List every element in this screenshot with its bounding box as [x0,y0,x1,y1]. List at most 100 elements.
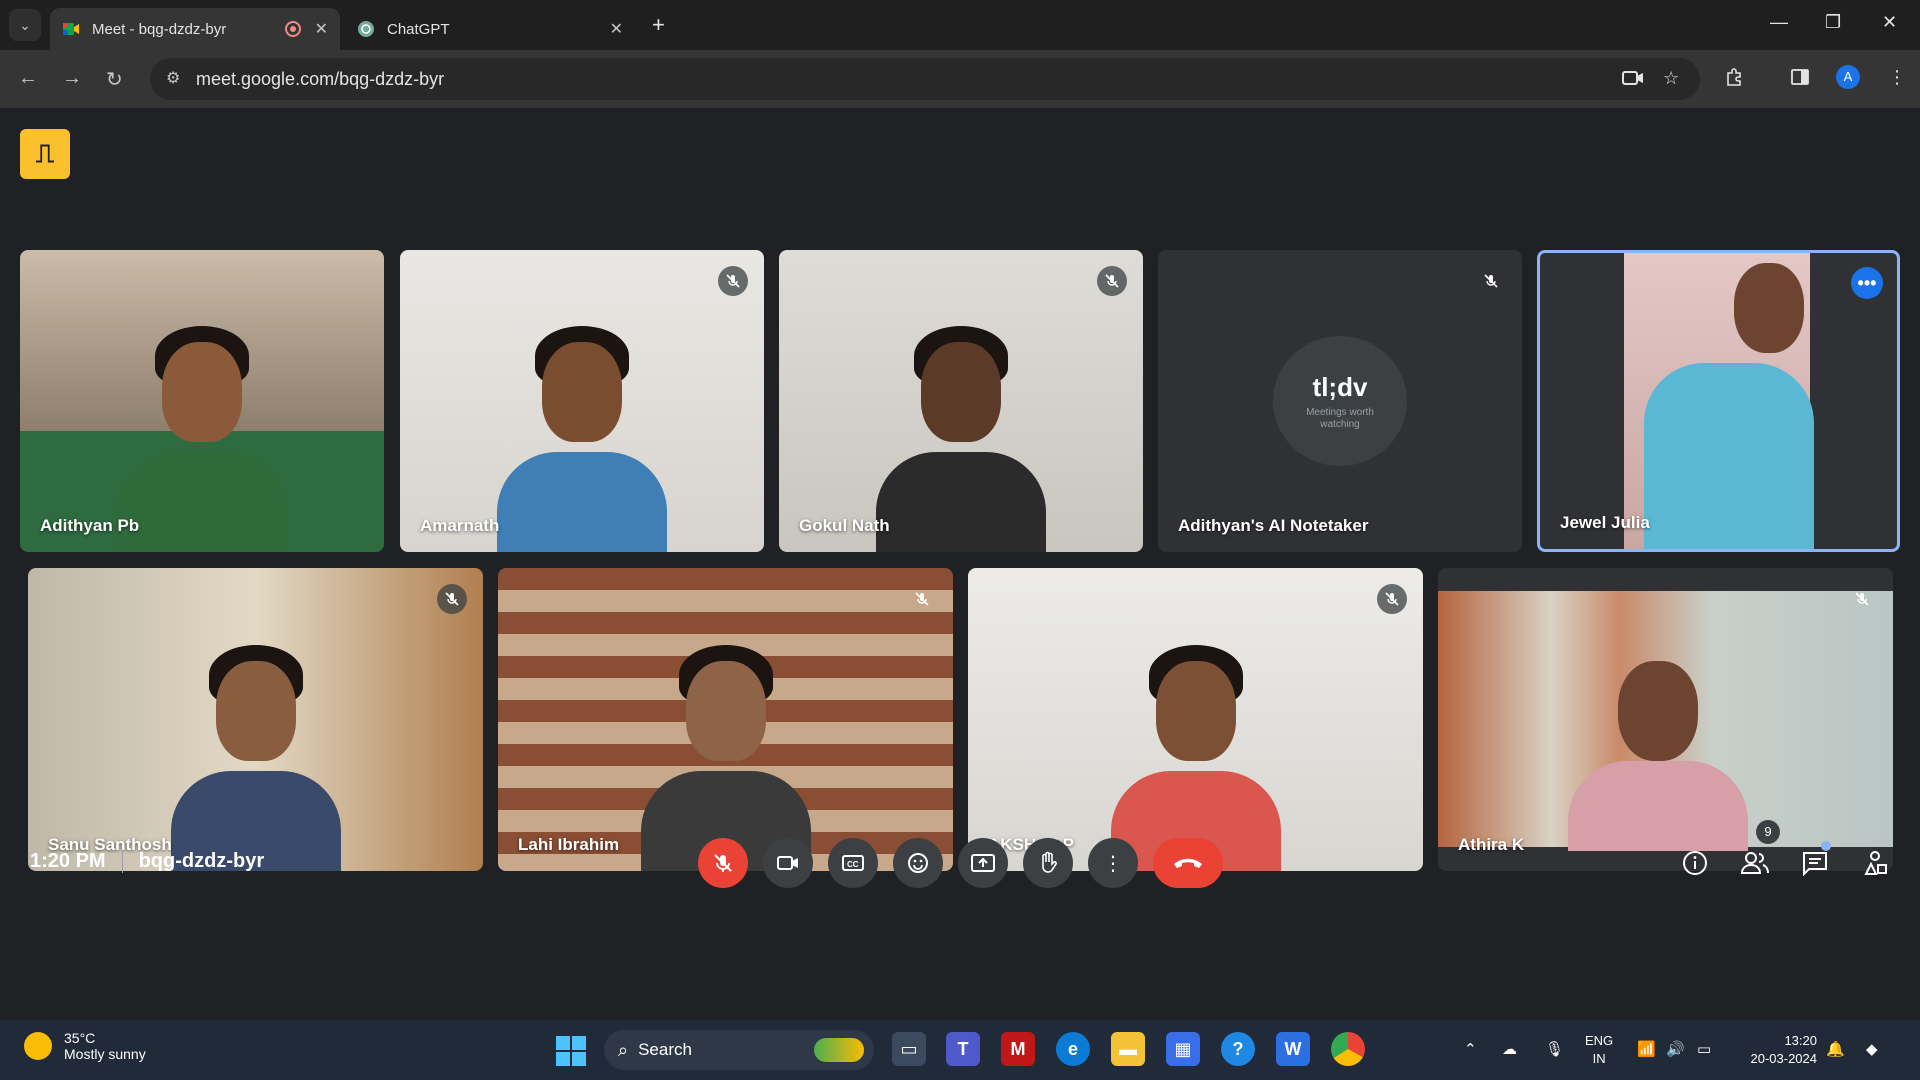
close-window-icon[interactable]: ✕ [1882,12,1897,33]
lang-code: ENG [1585,1033,1614,1048]
participant-video [117,312,287,552]
close-tab-icon[interactable]: ✕ [610,19,623,39]
tldv-extension-icon[interactable]: ⎍ [20,129,70,179]
participant-tile[interactable]: AKSHAY P [968,568,1423,871]
captions-button[interactable]: CC [828,838,878,888]
participant-tile[interactable]: Gokul Nath [779,250,1143,552]
address-bar[interactable]: ⚙ meet.google.com/bqg-dzdz-byr ☆ [150,58,1700,100]
restore-icon[interactable]: ❐ [1825,12,1841,33]
svg-text:CC: CC [847,860,859,869]
tab-title: ChatGPT [387,20,450,38]
tab-search-button[interactable]: ⌄ [9,9,41,41]
help-icon[interactable]: ? [1221,1032,1255,1066]
back-icon[interactable]: ← [18,67,38,90]
chrome-icon[interactable] [1331,1032,1365,1066]
participant-video [170,631,341,871]
camera-in-use-icon[interactable] [1622,68,1644,88]
people-button[interactable] [1738,846,1772,880]
activities-button[interactable] [1858,846,1892,880]
mcafee-icon[interactable]: M [1001,1032,1035,1066]
mic-off-icon [1097,266,1127,296]
side-panel-icon[interactable] [1790,67,1810,87]
reload-icon[interactable]: ↻ [106,67,123,92]
clock-time: 13:20 [1784,1033,1817,1048]
onedrive-icon[interactable]: ☁ [1502,1040,1517,1058]
close-tab-icon[interactable]: ✕ [315,19,328,39]
more-menu-icon[interactable]: ⋮ [1888,67,1906,88]
meeting-time: 1:20 PM [30,850,106,872]
hand-icon [1042,851,1057,873]
site-info-icon[interactable]: ⚙ [166,68,180,88]
weather-widget[interactable]: 35°C Mostly sunny [24,1030,146,1062]
microphone-icon[interactable]: 🎙 [1545,1040,1564,1058]
input-language-indicator[interactable]: ENG IN [1585,1032,1613,1068]
mic-off-icon [714,854,732,872]
word-app-icon[interactable]: W [1276,1032,1310,1066]
bookmark-star-icon[interactable]: ☆ [1663,68,1679,89]
mic-toggle-button[interactable] [698,838,748,888]
participant-video [1624,253,1814,549]
wifi-icon[interactable]: 📶 [1637,1040,1656,1058]
teams-icon[interactable]: T [946,1032,980,1066]
battery-icon[interactable]: ▭ [1697,1040,1711,1058]
taskbar-search[interactable]: ⌕ Search [604,1030,874,1070]
activities-shapes-icon [1864,851,1887,875]
more-options-icon[interactable]: ••• [1851,267,1883,299]
participant-tile[interactable]: Sanu Santhosh [28,568,483,871]
notifications-bell-icon[interactable]: 🔔 [1826,1040,1845,1058]
copilot-icon[interactable]: ◆ [1866,1040,1878,1058]
participant-tile[interactable]: Adithyan Pb [20,250,384,552]
chat-button[interactable] [1798,846,1832,880]
task-view-icon[interactable]: ▭ [892,1032,926,1066]
present-screen-button[interactable] [958,838,1008,888]
participant-tile[interactable]: tl;dv Meetings worth watching Adithyan's… [1158,250,1522,552]
search-highlight-icon [814,1038,864,1062]
mic-off-icon [1476,266,1506,296]
system-clock[interactable]: 13:20 20-03-2024 [1737,1032,1818,1068]
reactions-button[interactable] [893,838,943,888]
tab-meet[interactable]: Meet - bqg-dzdz-byr ✕ [50,8,340,50]
weather-temperature: 35°C [64,1030,96,1046]
meeting-code: bqg-dzdz-byr [138,850,265,872]
participant-name: Amarnath [420,516,500,535]
participant-tile[interactable]: Athira K [1438,568,1893,871]
extensions-icon[interactable] [1725,67,1745,87]
notetaker-tagline: Meetings worth watching [1306,406,1374,430]
participant-name: Gokul Nath [799,516,890,535]
browser-tab-strip: ⌄ Meet - bqg-dzdz-byr ✕ ChatGPT ✕ + — ❐ … [0,0,1920,50]
mic-off-icon [718,266,748,296]
closed-captions-icon: CC [842,855,864,871]
notetaker-brand: tl;dv [1312,371,1368,402]
show-hidden-icons-icon[interactable]: ⌃ [1464,1040,1477,1058]
participant-tile[interactable]: Amarnath [400,250,764,552]
file-explorer-icon[interactable]: ▬ [1111,1032,1145,1066]
minimize-icon[interactable]: — [1770,12,1788,33]
participant-name: Athira K [1458,835,1525,854]
tab-chatgpt[interactable]: ChatGPT ✕ [345,8,635,50]
volume-icon[interactable]: 🔊 [1666,1040,1685,1058]
chat-icon [1803,852,1827,876]
region-code: IN [1592,1051,1606,1066]
profile-avatar[interactable]: A [1836,65,1860,89]
participant-video [640,631,811,871]
notetaker-avatar: tl;dv Meetings worth watching [1273,336,1407,466]
participant-tile[interactable]: Lahi Ibrahim [498,568,953,871]
more-options-button[interactable]: ⋮ [1088,838,1138,888]
participant-tile-active-speaker[interactable]: ••• Jewel Julia [1537,250,1900,552]
edge-icon[interactable]: e [1056,1032,1090,1066]
divider [121,850,123,873]
start-button-icon[interactable] [556,1036,586,1066]
windows-taskbar: 35°C Mostly sunny ⌕ Search ▭ T M e ▬ ▦ ?… [0,1020,1920,1080]
forward-icon[interactable]: → [62,67,82,90]
participant-video [497,312,667,552]
url-text: meet.google.com/bqg-dzdz-byr [196,69,445,89]
weather-condition: Mostly sunny [64,1046,146,1062]
camera-toggle-button[interactable] [763,838,813,888]
leave-call-button[interactable] [1153,838,1223,888]
raise-hand-button[interactable] [1023,838,1073,888]
participant-video [1438,591,1893,851]
meet-stage: ⎍ Adithyan Pb Amarnath Gokul Nath tl;dv … [0,108,1920,1020]
new-tab-button[interactable]: + [652,12,665,38]
microsoft-store-icon[interactable]: ▦ [1166,1032,1200,1066]
meeting-details-button[interactable] [1678,846,1712,880]
